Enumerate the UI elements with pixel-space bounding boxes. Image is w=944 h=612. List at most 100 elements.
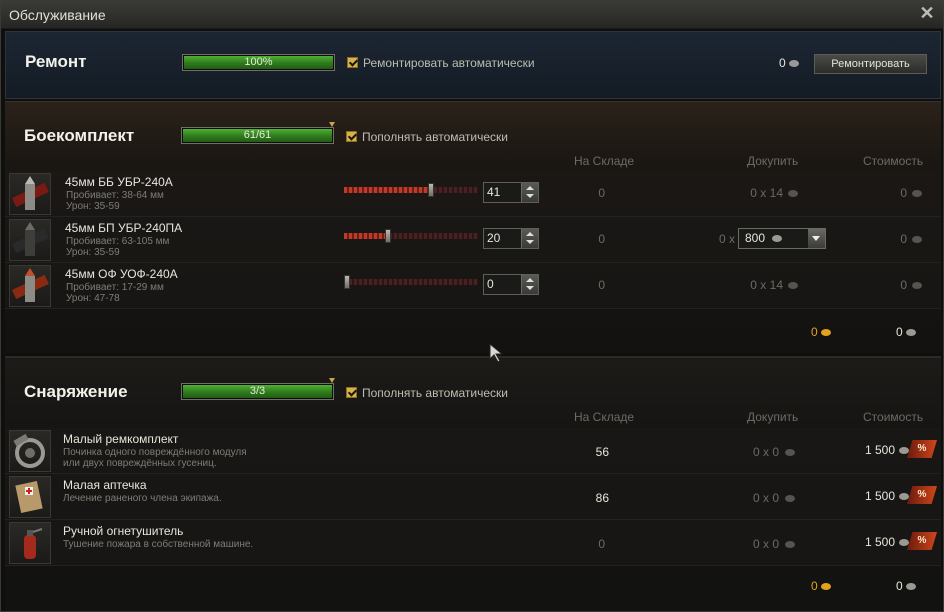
window-title: Обслуживание <box>9 7 106 23</box>
ammo-name: 45мм ББ УБР-240А <box>65 175 173 189</box>
slider-handle[interactable] <box>344 275 350 289</box>
equipment-auto-checkbox[interactable] <box>346 387 357 398</box>
equipment-row[interactable]: Малая аптечка Лечение раненого члена эки… <box>5 474 941 520</box>
chevron-down-icon[interactable] <box>808 229 825 248</box>
gold-icon <box>821 583 832 591</box>
equipment-header-stock: На Складе <box>574 410 635 424</box>
equipment-total-gold-value: 0 <box>811 579 818 593</box>
slider-fill <box>344 233 389 239</box>
ammo-count-stepper[interactable]: 0 <box>483 274 539 295</box>
ammo-damage: Урон: 47-78 <box>66 293 120 304</box>
ammo-progress-bar: 61/61 <box>181 122 335 144</box>
ammo-auto-checkbox[interactable] <box>346 131 357 142</box>
equipment-stock: 86 <box>595 491 609 505</box>
ammo-count-slider[interactable] <box>344 229 478 243</box>
ammo-cost: 0 <box>900 232 907 246</box>
repair-auto-checkbox[interactable] <box>347 57 358 68</box>
slider-handle[interactable] <box>428 183 435 197</box>
ammo-buy-select[interactable]: 800 <box>738 228 826 249</box>
first-aid-kit-icon <box>9 476 51 518</box>
slider-fill <box>344 187 432 193</box>
stepper-arrows-icon[interactable] <box>521 275 538 294</box>
ammo-total-gold: 0 <box>811 325 832 339</box>
equipment-description: Лечение раненого члена экипажа. <box>63 493 222 504</box>
silver-icon <box>912 190 922 197</box>
equipment-title: Снаряжение <box>24 382 128 401</box>
repair-cost-value: 0 <box>779 56 786 70</box>
repair-button[interactable]: Ремонтировать <box>814 54 927 74</box>
ammo-buy: 0 x 14 <box>750 186 783 200</box>
ammo-count-slider[interactable] <box>344 275 478 289</box>
marker-icon <box>329 378 335 383</box>
equipment-description: Починка одного повреждённого модуля <box>63 447 247 458</box>
equipment-progress-bar: 3/3 <box>181 378 335 400</box>
title-bar[interactable]: Обслуживание ✕ <box>1 1 943 29</box>
equipment-header-cost: Стоимость <box>863 410 924 424</box>
silver-icon <box>899 539 909 546</box>
equipment-header-buy: Докупить <box>747 410 799 424</box>
stepper-arrows-icon[interactable] <box>521 229 538 248</box>
ammo-count-stepper[interactable]: 41 <box>483 182 539 203</box>
equipment-buy: 0 x 0 <box>752 491 779 505</box>
silver-icon <box>906 583 917 591</box>
ammo-count-slider[interactable] <box>344 183 478 197</box>
close-icon[interactable]: ✕ <box>917 3 937 23</box>
repair-title: Ремонт <box>25 52 87 71</box>
ammo-row[interactable]: 45мм ОФ УОФ-240А Пробивает: 17-29 мм Уро… <box>5 263 941 309</box>
ammo-row[interactable]: 45мм ББ УБР-240А Пробивает: 38-64 мм Уро… <box>5 171 941 217</box>
equipment-row[interactable]: Ручной огнетушитель Тушение пожара в соб… <box>5 520 941 566</box>
equipment-row[interactable]: Малый ремкомплект Починка одного поврежд… <box>5 428 941 474</box>
equipment-buy: 0 x 0 <box>752 537 779 551</box>
repair-auto-label: Ремонтировать автоматически <box>363 56 535 70</box>
stepper-arrows-icon[interactable] <box>521 183 538 202</box>
discount-badge: % <box>907 440 937 458</box>
silver-icon <box>899 493 909 500</box>
equipment-stock: 56 <box>595 445 609 459</box>
ammo-buy-prefix: 0 x <box>718 232 735 246</box>
repair-section: Ремонт 100% Ремонтировать автоматически … <box>5 31 941 99</box>
equipment-description: Тушение пожара в собственной машине. <box>63 539 254 550</box>
ammo-progress-label: 61/61 <box>243 129 272 141</box>
shell-apcr-icon <box>9 219 51 261</box>
silver-icon <box>772 235 783 243</box>
equipment-total-gold: 0 <box>811 579 832 593</box>
ammo-penetration: Пробивает: 17-29 мм <box>66 282 164 293</box>
mouse-cursor-icon <box>489 343 504 363</box>
silver-icon <box>912 236 922 243</box>
slider-handle[interactable] <box>385 229 392 243</box>
repair-progress-label: 100% <box>244 56 273 68</box>
equipment-progress-label: 3/3 <box>249 385 266 397</box>
equipment-cost: 1 500 <box>864 489 895 503</box>
ammo-name: 45мм ОФ УОФ-240А <box>65 267 178 281</box>
ammo-header-stock: На Складе <box>574 154 635 168</box>
ammo-total-silver-value: 0 <box>896 325 903 339</box>
repair-progress-bar: 100% <box>182 54 335 71</box>
ammo-stock: 0 <box>598 232 605 246</box>
ammo-row[interactable]: 45мм БП УБР-240ПА Пробивает: 63-105 мм У… <box>5 217 941 263</box>
ammo-penetration: Пробивает: 63-105 мм <box>66 236 170 247</box>
equipment-name: Ручной огнетушитель <box>63 524 184 538</box>
silver-icon <box>788 190 798 197</box>
ammo-stock: 0 <box>598 278 605 292</box>
ammo-buy-select-value: 800 <box>745 231 766 245</box>
silver-icon <box>785 495 795 502</box>
shell-ap-icon <box>9 173 51 215</box>
ammo-count-value: 20 <box>487 231 501 245</box>
silver-icon <box>788 282 798 289</box>
ammo-name: 45мм БП УБР-240ПА <box>65 221 183 235</box>
silver-icon <box>906 329 917 337</box>
repair-cost: 0 <box>779 56 800 70</box>
silver-icon <box>785 541 795 548</box>
equipment-cost: 1 500 <box>864 443 895 457</box>
ammo-damage: Урон: 35-59 <box>66 201 120 212</box>
marker-icon <box>329 122 335 127</box>
ammo-total-gold-value: 0 <box>811 325 818 339</box>
fire-extinguisher-icon <box>9 522 51 564</box>
equipment-buy: 0 x 0 <box>752 445 779 459</box>
shell-he-icon <box>9 265 51 307</box>
discount-badge: % <box>907 532 937 550</box>
ammo-count-stepper[interactable]: 20 <box>483 228 539 249</box>
ammo-cost: 0 <box>900 186 907 200</box>
equipment-total-silver: 0 <box>896 579 917 593</box>
silver-icon <box>899 447 909 454</box>
